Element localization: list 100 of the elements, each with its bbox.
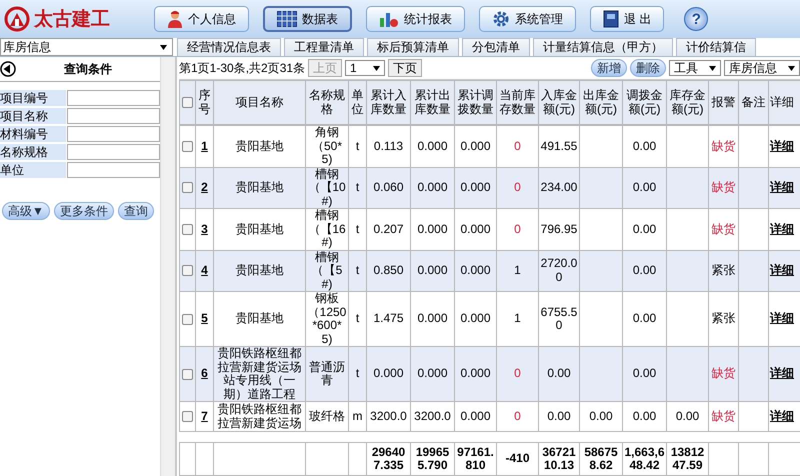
row-checkbox[interactable]	[182, 314, 193, 325]
alarm-text: 缺货	[712, 222, 736, 236]
nav-button[interactable]: 系统管理	[479, 6, 576, 32]
table-cell: 贵阳基地	[236, 263, 284, 277]
table-cell: 6755.50	[540, 304, 578, 332]
nav-button[interactable]: 退 出	[590, 6, 664, 32]
row-number-link[interactable]: 4	[201, 263, 208, 277]
header-checkbox[interactable]	[182, 97, 193, 108]
action-button[interactable]: 新增	[591, 59, 627, 77]
query-title: 查询条件	[63, 60, 113, 78]
nav-button[interactable]: 数据表	[263, 6, 352, 32]
row-number-link[interactable]: 3	[201, 222, 208, 236]
row-number-link[interactable]: 7	[201, 408, 208, 423]
column-header: 序号	[198, 88, 210, 116]
tab[interactable]: 分包清单	[462, 38, 530, 56]
table-cell: 槽钢（【10#)	[308, 168, 346, 208]
row-checkbox[interactable]	[182, 265, 193, 276]
table-cell: 0.00	[632, 138, 656, 152]
person-icon	[167, 10, 183, 28]
table-cell: 贵阳铁路枢纽都拉营新建货运场	[218, 402, 302, 430]
row-number-link[interactable]: 1	[201, 138, 208, 152]
tab[interactable]: 计价结算信	[676, 38, 756, 56]
column-header: 累计入库数量	[370, 88, 406, 116]
input-field[interactable]	[67, 108, 160, 124]
row-checkbox[interactable]	[182, 368, 193, 380]
table-cell: 0.00	[632, 366, 656, 380]
table-cell: 491.55	[540, 138, 578, 152]
table-cell: 2720.00	[540, 256, 578, 284]
table-cell: 普通沥青	[309, 360, 345, 387]
total-cell: 586758.62	[584, 444, 618, 472]
row-checkbox[interactable]	[182, 224, 193, 235]
table-cell: t	[356, 138, 360, 152]
table-cell: m	[352, 408, 362, 423]
input-field[interactable]	[67, 126, 160, 142]
row-number-link[interactable]: 5	[201, 311, 208, 326]
scrollbar[interactable]	[160, 57, 175, 476]
nav-button[interactable]: 个人信息	[154, 6, 249, 32]
warehouse-select[interactable]: 库房信息	[0, 38, 173, 56]
alarm-text: 缺货	[712, 138, 736, 152]
table-cell: 0.000	[460, 222, 491, 236]
nav-button[interactable]: 统计报表	[366, 6, 465, 32]
alarm-text: 缺货	[712, 180, 736, 194]
table-cell: 玻纤格	[309, 408, 345, 423]
column-header: 当前库存数量	[500, 88, 536, 116]
tab[interactable]: 经营情况信息表	[177, 38, 281, 56]
alarm-text: 缺货	[712, 366, 736, 380]
query-button[interactable]: 查询	[118, 202, 154, 220]
table-cell: 796.95	[540, 222, 578, 236]
column-header: 详细	[770, 94, 794, 109]
tab[interactable]: 标后预算清单	[367, 38, 459, 56]
dropdown[interactable]: 库房信息	[724, 60, 800, 76]
row-checkbox[interactable]	[182, 140, 193, 152]
table-cell: 1	[514, 263, 521, 277]
table-cell: 0.00	[632, 222, 656, 236]
input-field[interactable]	[67, 90, 160, 106]
next-page-button[interactable]: 下页	[388, 59, 422, 77]
caret-icon	[373, 66, 380, 70]
row-checkbox[interactable]	[182, 182, 193, 194]
table-cell: 槽钢（【5#)	[312, 251, 342, 290]
table-cell: t	[356, 180, 360, 194]
pager-summary: 第1页1-30条,共2页31条	[179, 60, 306, 76]
total-cell: 1381247.59	[670, 444, 704, 472]
page-select[interactable]: 1	[345, 60, 386, 76]
query-button[interactable]: 更多条件	[54, 202, 114, 220]
table-cell: 3200.0	[370, 408, 407, 423]
table-cell: 0.060	[373, 180, 404, 194]
table-cell: 0.000	[460, 311, 491, 326]
row-checkbox[interactable]	[182, 411, 193, 422]
table-cell: 0.000	[373, 366, 404, 380]
tab[interactable]: 工程量清单	[284, 38, 364, 56]
table-cell: t	[356, 366, 360, 380]
table-cell: 贵阳基地	[236, 222, 284, 236]
column-header: 累计调拨数量	[458, 88, 494, 116]
total-cell: 3672110.13	[542, 444, 576, 472]
logo-icon	[4, 6, 30, 32]
input-field[interactable]	[67, 144, 160, 160]
table-cell: 0	[514, 366, 521, 380]
table-cell: 0.000	[417, 263, 448, 277]
action-button[interactable]: 删除	[630, 59, 666, 77]
table-cell: t	[356, 222, 360, 236]
table-cell: 0.207	[373, 222, 404, 236]
column-header: 调拨金额(元)	[626, 88, 662, 116]
field-label: 名称规格	[0, 144, 66, 160]
column-header: 项目名称	[236, 94, 284, 109]
tab[interactable]: 计量结算信息（甲方）	[533, 38, 673, 56]
caret-icon	[160, 44, 167, 50]
column-header: 名称规格	[309, 88, 345, 116]
column-header: 入库金额(元)	[541, 88, 577, 116]
query-button[interactable]: 高级▼	[2, 202, 50, 220]
input-field[interactable]	[67, 162, 160, 178]
back-icon[interactable]	[0, 61, 16, 77]
help-button[interactable]: ?	[684, 7, 708, 31]
row-number-link[interactable]: 6	[201, 366, 208, 380]
table-cell: 0.850	[373, 263, 404, 277]
column-header: 累计出库数量	[414, 88, 450, 116]
column-header: 报警	[712, 94, 736, 109]
dropdown[interactable]: 工具	[669, 60, 721, 76]
row-number-link[interactable]: 2	[201, 180, 208, 194]
table-cell: 0.000	[460, 408, 491, 423]
table-cell: 0.00	[632, 311, 656, 326]
